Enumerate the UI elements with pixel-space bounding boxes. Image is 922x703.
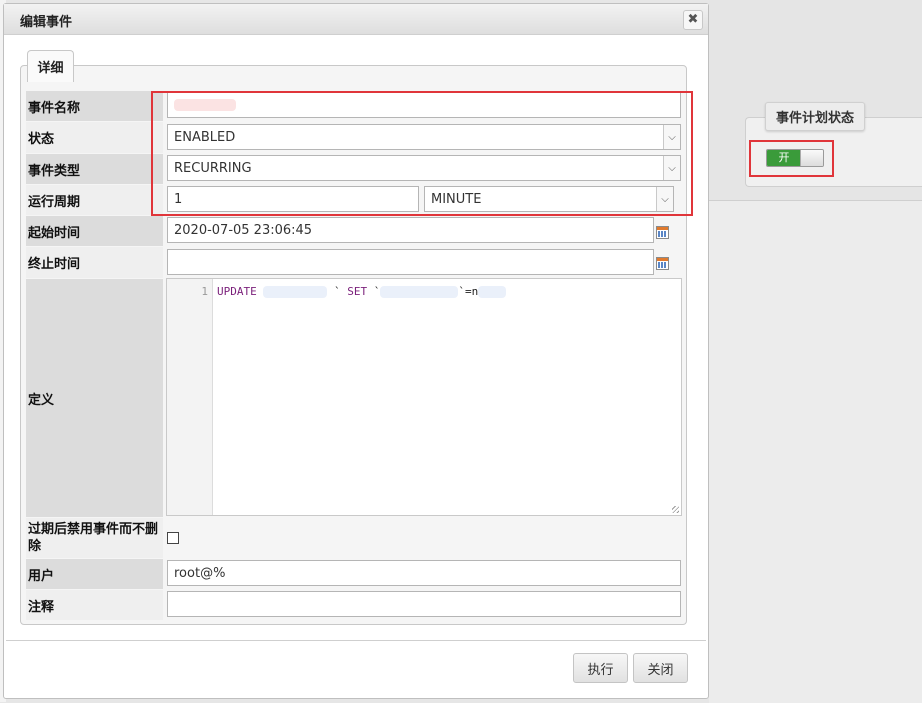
calendar-icon[interactable] (656, 257, 669, 270)
chevron-down-icon: ⌵ (663, 125, 680, 149)
run-interval-value: 1 (174, 191, 183, 207)
status-label: 状态 (26, 122, 163, 153)
definer-value: root@% (174, 565, 226, 581)
run-interval-input[interactable]: 1 (167, 186, 419, 212)
interval-unit-value: MINUTE (431, 191, 482, 207)
scheduler-toggle[interactable]: 开 (766, 149, 824, 167)
event-type-select[interactable]: RECURRING ⌵ (167, 155, 681, 181)
redacted-mark (174, 99, 236, 111)
calendar-icon[interactable] (656, 226, 669, 239)
preserve-checkbox[interactable] (167, 532, 179, 544)
event-name-input[interactable] (167, 92, 681, 118)
preserve-label: 过期后禁用事件而不删除 (26, 518, 163, 558)
footer-divider (6, 640, 706, 641)
comment-input[interactable] (167, 591, 681, 617)
toggle-knob (800, 150, 823, 166)
definition-code-editor[interactable]: 1 UPDATE ` SET ` `=n (166, 278, 682, 516)
redacted-mark (263, 286, 328, 298)
chevron-down-icon: ⌵ (656, 187, 673, 211)
interval-unit-select[interactable]: MINUTE ⌵ (424, 186, 674, 212)
close-button[interactable]: 关闭 (633, 653, 688, 683)
redacted-mark (478, 286, 507, 298)
event-type-label: 事件类型 (26, 154, 163, 184)
resize-grip-icon[interactable] (672, 506, 679, 513)
definer-label: 用户 (26, 559, 163, 589)
start-time-label: 起始时间 (26, 216, 163, 246)
line-number-gutter: 1 (167, 279, 213, 515)
definition-label: 定义 (26, 279, 163, 517)
dialog-title: 编辑事件 (20, 15, 73, 30)
execute-button[interactable]: 执行 (573, 653, 628, 683)
event-name-label: 事件名称 (26, 91, 163, 121)
code-text: ` (334, 285, 341, 298)
code-text: `=n (458, 285, 479, 298)
event-type-value: RECURRING (174, 160, 252, 176)
background-panel-lower (709, 200, 922, 703)
code-keyword: SET (347, 285, 368, 298)
status-value: ENABLED (174, 129, 236, 145)
comment-label: 注释 (26, 590, 163, 620)
details-legend: 详细 (27, 50, 74, 82)
scheduler-status-legend: 事件计划状态 (765, 102, 865, 131)
end-time-input[interactable] (167, 249, 654, 275)
status-select[interactable]: ENABLED ⌵ (167, 124, 681, 150)
redacted-mark (380, 286, 459, 298)
chevron-down-icon: ⌵ (663, 156, 680, 180)
toggle-on-label: 开 (767, 150, 801, 166)
dialog-titlebar: 编辑事件 ✖ (4, 4, 708, 35)
code-line: UPDATE ` SET ` `=n (217, 285, 507, 298)
code-keyword: UPDATE (217, 285, 257, 298)
start-time-value: 2020-07-05 23:06:45 (174, 222, 313, 238)
start-time-input[interactable]: 2020-07-05 23:06:45 (167, 217, 654, 243)
definer-input[interactable]: root@% (167, 560, 681, 586)
code-text: ` (373, 285, 381, 298)
end-time-label: 终止时间 (26, 247, 163, 278)
close-icon[interactable]: ✖ (683, 10, 703, 30)
run-interval-label: 运行周期 (26, 185, 163, 215)
